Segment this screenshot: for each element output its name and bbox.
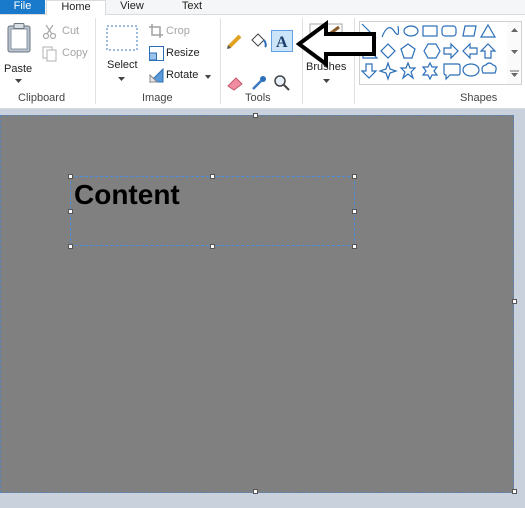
- annotation-arrow-icon: [296, 20, 376, 68]
- copy-icon: [42, 46, 57, 62]
- select-label: Select: [107, 59, 138, 71]
- pentagon-shape: [400, 43, 416, 59]
- paint-bucket-icon: [251, 33, 267, 48]
- tab-view[interactable]: View: [106, 0, 158, 14]
- text-box-handle-bl[interactable]: [68, 244, 73, 249]
- rotate-label: Rotate: [166, 69, 199, 81]
- image-group-label: Image: [142, 92, 173, 104]
- text-box-handle-tr[interactable]: [352, 174, 357, 179]
- text-box[interactable]: Content: [70, 176, 355, 246]
- chevron-down-icon: [323, 79, 330, 83]
- clipboard-group-label: Clipboard: [18, 92, 66, 104]
- chevron-down-icon: [205, 75, 211, 79]
- canvas-resize-handle-corner[interactable]: [512, 489, 517, 494]
- tab-home[interactable]: Home: [46, 0, 106, 16]
- six-point-star-shape: [421, 61, 439, 81]
- text-box-content[interactable]: Content: [74, 179, 180, 211]
- crop-icon: [149, 24, 163, 38]
- clipboard-icon: [7, 23, 31, 53]
- ribbon-tab-bar: File Home View Text: [0, 0, 525, 16]
- fill-tool[interactable]: [248, 31, 268, 51]
- text-box-handle-mr[interactable]: [352, 209, 357, 214]
- canvas-resize-handle-right[interactable]: [512, 299, 517, 304]
- shapes-grid: [360, 23, 497, 81]
- rounded-rectangle-shape: [441, 25, 457, 37]
- triangle-shape: [479, 23, 497, 38]
- rectangle-shape: [422, 25, 438, 37]
- four-point-star-shape: [378, 61, 398, 81]
- tab-text[interactable]: Text: [164, 0, 220, 14]
- cut-button[interactable]: Cut: [40, 23, 90, 41]
- chevron-down-icon: [118, 77, 125, 81]
- paste-button[interactable]: Paste: [2, 19, 36, 87]
- eyedropper-icon: [252, 76, 266, 90]
- eraser-tool[interactable]: [225, 73, 245, 93]
- ribbon: Paste Cut Copy Clipboard Select Crop Res…: [0, 15, 525, 109]
- oval-shape: [403, 25, 419, 37]
- polygon-shape: [462, 25, 477, 37]
- chevron-down-icon: [15, 79, 22, 83]
- text-box-handle-ml[interactable]: [68, 209, 73, 214]
- text-icon: A: [276, 34, 288, 51]
- rounded-callout-shape: [443, 63, 461, 81]
- resize-label: Resize: [166, 47, 200, 59]
- text-box-handle-tm[interactable]: [210, 174, 215, 179]
- copy-label: Copy: [62, 47, 88, 59]
- copy-button[interactable]: Copy: [40, 45, 90, 63]
- tools-group-label: Tools: [245, 92, 271, 104]
- pencil-tool[interactable]: [225, 31, 245, 51]
- text-box-handle-tl[interactable]: [68, 174, 73, 179]
- svg-text:A: A: [276, 34, 288, 51]
- eraser-icon: [227, 77, 243, 91]
- cloud-callout-shape: [481, 62, 497, 74]
- hexagon-shape: [423, 43, 441, 59]
- canvas-workspace: [0, 109, 525, 508]
- canvas-resize-handle-bottom[interactable]: [253, 489, 258, 494]
- drawing-canvas[interactable]: [0, 115, 514, 493]
- shapes-group-label: Shapes: [460, 92, 498, 104]
- right-arrow-shape: [443, 42, 459, 60]
- color-picker-tool[interactable]: [249, 73, 269, 93]
- crop-button[interactable]: Crop: [148, 23, 208, 41]
- divider: [220, 18, 221, 104]
- shapes-scrollbar[interactable]: [507, 21, 522, 85]
- rotate-button[interactable]: Rotate: [148, 67, 214, 85]
- more-icon: [510, 70, 519, 77]
- tab-file[interactable]: File: [0, 0, 45, 14]
- selection-rectangle-icon: [106, 25, 138, 51]
- resize-icon: [149, 46, 164, 61]
- divider: [95, 18, 96, 104]
- crop-label: Crop: [166, 25, 190, 37]
- oval-callout-shape: [462, 63, 480, 77]
- text-box-handle-br[interactable]: [352, 244, 357, 249]
- text-tool[interactable]: A: [271, 30, 293, 52]
- five-point-star-shape: [399, 61, 417, 80]
- shapes-gallery: [359, 21, 509, 85]
- rotate-icon: [149, 68, 164, 83]
- up-arrow-shape: [479, 43, 497, 59]
- left-arrow-shape: [462, 42, 478, 60]
- text-box-handle-bm[interactable]: [210, 244, 215, 249]
- magnifier-tool[interactable]: [272, 73, 292, 93]
- cut-label: Cut: [62, 25, 80, 37]
- resize-button[interactable]: Resize: [148, 45, 208, 63]
- chevron-up-icon: [511, 28, 518, 32]
- scissors-icon: [42, 24, 57, 40]
- curve-shape: [381, 25, 400, 38]
- magnifier-icon: [274, 75, 290, 91]
- canvas-resize-handle-top[interactable]: [253, 113, 258, 118]
- diamond-shape: [380, 43, 396, 59]
- chevron-down-icon: [511, 50, 518, 54]
- pencil-icon: [227, 34, 242, 49]
- select-button[interactable]: Select: [102, 21, 142, 87]
- paste-label: Paste: [4, 63, 33, 75]
